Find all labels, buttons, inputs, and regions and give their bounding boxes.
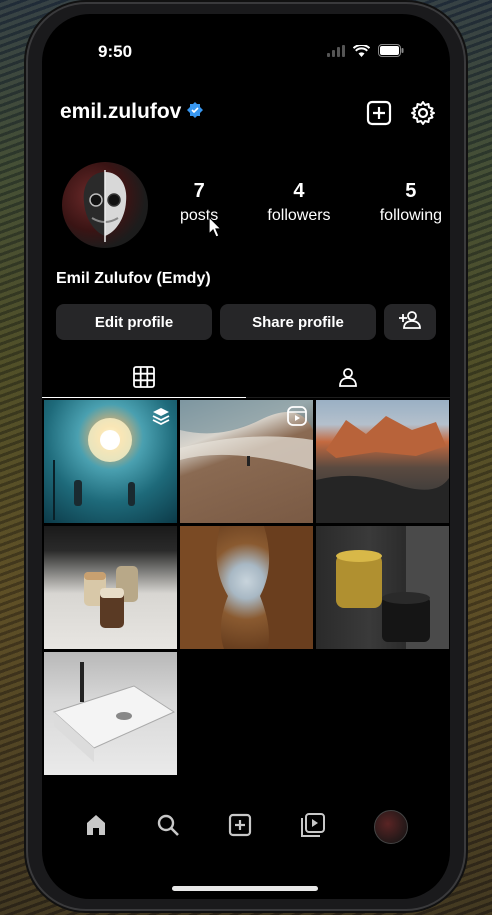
add-person-icon <box>399 311 421 333</box>
status-icons <box>327 44 404 62</box>
post-thumbnail[interactable] <box>44 652 177 775</box>
stat-following[interactable]: 5 following <box>380 180 442 225</box>
profile-avatar-nav[interactable] <box>374 810 408 844</box>
bottom-navigation <box>42 805 450 849</box>
profile-full-name: Emil Zulufov (Emdy) <box>56 270 211 287</box>
grid-icon <box>133 366 155 393</box>
stat-followers[interactable]: 4 followers <box>267 180 330 225</box>
post-thumbnail[interactable] <box>180 400 313 523</box>
home-indicator[interactable] <box>172 886 318 891</box>
stat-value: 5 <box>405 180 417 202</box>
post-thumbnail[interactable] <box>180 526 313 649</box>
phone-frame: 9:50 emil.zulufov 7 posts 4 followers 5 … <box>28 4 464 909</box>
carousel-icon <box>151 406 171 431</box>
search-icon[interactable] <box>156 813 180 842</box>
profile-avatar[interactable] <box>62 162 148 248</box>
tab-posts-grid[interactable] <box>42 362 246 398</box>
profile-tabs <box>42 362 450 398</box>
signal-icon <box>327 44 345 62</box>
post-thumbnail[interactable] <box>44 400 177 523</box>
discover-people-button[interactable] <box>384 304 436 340</box>
settings-gear-icon[interactable] <box>410 100 436 131</box>
create-icon[interactable] <box>228 813 252 842</box>
stat-value: 4 <box>293 180 305 202</box>
edit-profile-button[interactable]: Edit profile <box>56 304 212 340</box>
tab-tagged[interactable] <box>246 362 450 398</box>
post-thumbnail[interactable] <box>44 526 177 649</box>
stat-value: 7 <box>193 180 205 202</box>
reels-icon[interactable] <box>300 812 326 843</box>
post-thumbnail[interactable] <box>316 526 449 649</box>
post-thumbnail[interactable] <box>316 400 449 523</box>
home-icon[interactable] <box>84 813 108 842</box>
stat-label: following <box>379 207 442 224</box>
profile-header: emil.zulufov <box>60 100 436 130</box>
username-title[interactable]: emil.zulufov <box>60 100 204 124</box>
posts-grid <box>44 400 449 775</box>
username-text: emil.zulufov <box>60 100 182 123</box>
header-actions <box>366 100 436 131</box>
status-time: 9:50 <box>98 42 133 61</box>
reel-icon <box>287 406 307 431</box>
status-bar: 9:50 <box>42 42 450 62</box>
stat-label: followers <box>267 207 331 224</box>
share-profile-button[interactable]: Share profile <box>220 304 376 340</box>
mouse-cursor-icon <box>208 215 223 243</box>
tagged-person-icon <box>338 367 358 392</box>
verified-badge-icon <box>187 100 204 124</box>
profile-action-buttons: Edit profile Share profile <box>56 304 436 340</box>
app-screen: 9:50 emil.zulufov 7 posts 4 followers 5 … <box>42 14 450 899</box>
battery-icon <box>378 44 404 62</box>
new-post-icon[interactable] <box>366 100 392 131</box>
wifi-icon <box>352 44 371 62</box>
